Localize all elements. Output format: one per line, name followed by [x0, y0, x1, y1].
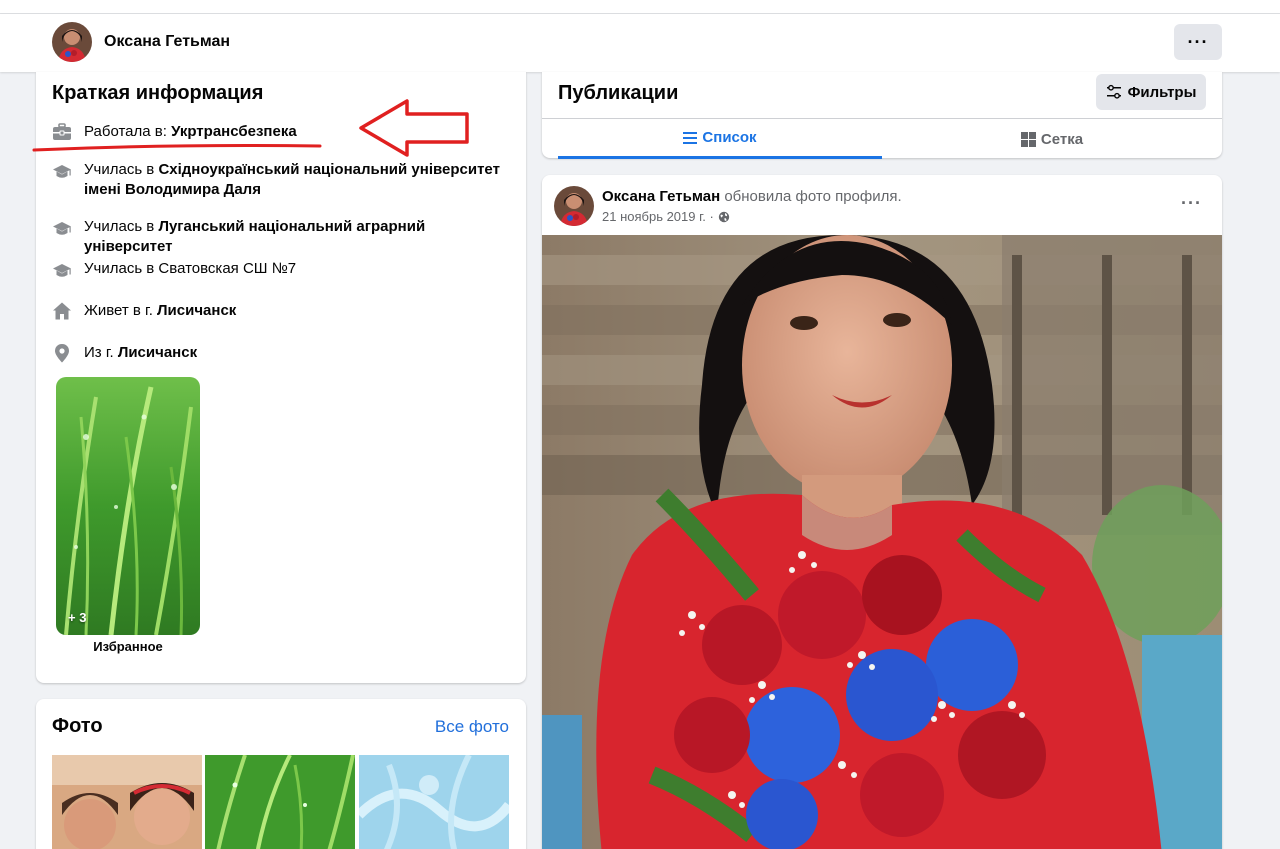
location-pin-icon [55, 344, 69, 363]
tab-grid[interactable]: Сетка [890, 119, 1214, 159]
grid-icon [1020, 131, 1036, 147]
intro-item-prefix: Училась в [84, 218, 159, 235]
intro-item-prefix: Училась в Сватовская СШ №7 [84, 260, 297, 277]
post-author-line: Оксана Гетьман обновила фото профиля. [602, 188, 902, 205]
intro-item-work: Работала в: Укртрансбезпека [52, 122, 512, 142]
briefcase-icon [53, 123, 71, 140]
home-icon [53, 302, 71, 320]
intro-item-education: Училась в Сватовская СШ №7 [52, 259, 512, 281]
highlight-label[interactable]: Избранное [56, 639, 200, 654]
post-meta: 21 ноябрь 2019 г. · [602, 209, 730, 224]
intro-item-prefix: Училась в [84, 161, 159, 178]
graduation-cap-icon [53, 222, 71, 235]
intro-title: Краткая информация [52, 82, 264, 104]
posts-title: Публикации [558, 82, 679, 104]
post-author-avatar[interactable] [554, 186, 594, 226]
intro-item-link[interactable]: Укртрансбезпека [171, 123, 297, 140]
profile-name[interactable]: Оксана Гетьман [104, 33, 230, 51]
photos-card: Фото Все фото [36, 699, 526, 849]
posts-header-card: Публикации Фильтры Список Сетка [542, 72, 1222, 159]
intro-item-prefix: Работала в: [84, 123, 172, 140]
filters-label: Фильтры [1127, 83, 1197, 101]
browser-top-strip [0, 0, 1280, 14]
globe-icon [718, 211, 730, 222]
photo-thumbnail[interactable] [52, 755, 202, 849]
post-more-button[interactable]: ··· [1181, 193, 1202, 214]
intro-item-from: Из г. Лисичанск [52, 343, 512, 363]
post-action-text: обновила фото профиля. [720, 188, 902, 205]
intro-item-prefix: Из г. [84, 344, 118, 361]
intro-item-education: Училась в Східноукраїнський національний… [52, 160, 512, 200]
filter-sliders-icon [1106, 84, 1121, 99]
photo-thumbnail[interactable] [205, 755, 355, 849]
profile-more-button[interactable]: ··· [1174, 24, 1222, 60]
intro-item-education: Училась в Луганський національний аграрн… [52, 217, 512, 257]
post-date[interactable]: 21 ноябрь 2019 г. · [602, 209, 714, 224]
see-all-photos-link[interactable]: Все фото [435, 717, 509, 737]
graduation-cap-icon [53, 264, 71, 277]
photo-thumbnail[interactable] [359, 755, 509, 849]
featured-grass-image [56, 377, 200, 635]
intro-item-link[interactable]: Лисичанск [157, 302, 236, 319]
filters-button[interactable]: Фильтры [1096, 74, 1206, 110]
intro-item-prefix: Живет в г. [84, 302, 158, 319]
profile-avatar[interactable] [52, 22, 92, 62]
intro-item-lives: Живет в г. Лисичанск [52, 301, 512, 321]
post-author-name[interactable]: Оксана Гетьман [602, 188, 720, 205]
highlight-count: + 3 [68, 610, 87, 625]
tab-list[interactable]: Список [558, 119, 882, 159]
list-icon [683, 131, 698, 144]
graduation-cap-icon [53, 165, 71, 178]
post-card: Оксана Гетьман обновила фото профиля. 21… [542, 175, 1222, 849]
post-profile-photo[interactable] [542, 235, 1222, 849]
profile-header-bar: Оксана Гетьман ··· [0, 14, 1280, 72]
featured-highlight[interactable]: + 3 [56, 377, 200, 635]
tab-list-label: Список [702, 129, 757, 146]
photos-title: Фото [52, 715, 103, 737]
intro-item-link[interactable]: Лисичанск [118, 344, 197, 361]
tab-grid-label: Сетка [1040, 130, 1084, 148]
